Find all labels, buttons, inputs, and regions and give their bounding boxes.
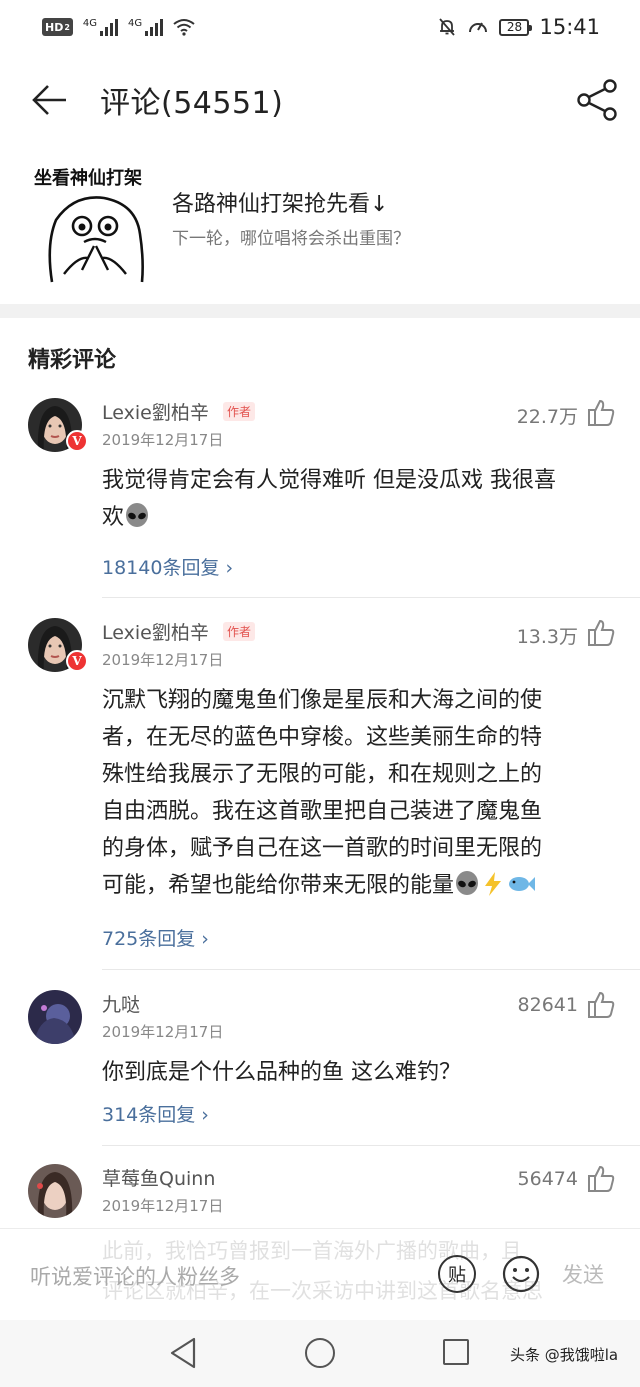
hd-sub-label: 2 (64, 22, 70, 32)
status-right: 28 15:41 (437, 15, 600, 39)
topic-card[interactable]: 坐看神仙打架 各路神仙打架抢先看↓ 下一轮，哪位唱将会杀出重围？ (0, 150, 640, 304)
comment-text: 你到底是个什么品种的鱼 这么难钓？ (102, 1054, 612, 1091)
alien-emoji-icon (456, 871, 479, 895)
thumbs-up-icon[interactable] (586, 398, 616, 428)
comment-username[interactable]: 九哒 (102, 990, 140, 1017)
comment-item: 草莓鱼Quinn 2019年12月17日 56474 (0, 1164, 640, 1234)
like-count: 82641 (517, 994, 578, 1016)
fish-emoji-icon (509, 877, 536, 891)
send-button[interactable]: 发送 (562, 1259, 604, 1289)
topic-cover-title: 坐看神仙打架 (34, 168, 142, 189)
chevron-right-icon: › (201, 1104, 209, 1126)
comment-date: 2019年12月17日 (102, 1197, 224, 1215)
system-nav-bar: 头条 @我饿啦la (0, 1320, 640, 1387)
thumbs-up-icon[interactable] (586, 618, 616, 648)
back-arrow-icon[interactable] (28, 78, 72, 122)
comment-line-last: 可能，希望也能给你带来无限的能量 (102, 867, 612, 904)
share-icon[interactable] (574, 76, 622, 124)
comment-username[interactable]: Lexie劉柏辛 (102, 618, 209, 645)
comment-line: 你到底是个什么品种的鱼 这么难钓？ (102, 1060, 461, 1085)
comment-line: 者，在无尽的蓝色中穿梭。这些美丽生命的特 (102, 725, 543, 750)
comment-date: 2019年12月17日 (102, 651, 224, 669)
comment-line: 自由洒脱。我在这首歌里把自己装进了魔鬼鱼 (102, 799, 543, 824)
comment-username[interactable]: 草莓鱼Quinn (102, 1164, 215, 1191)
comment-username[interactable]: Lexie劉柏辛 (102, 398, 209, 425)
nav-back-icon[interactable] (168, 1336, 198, 1370)
nav-home-icon[interactable] (305, 1338, 335, 1368)
clock: 15:41 (539, 15, 600, 39)
row-divider (102, 1145, 640, 1146)
watermark: 头条 @我饿啦la (510, 1346, 619, 1364)
topic-subtitle: 下一轮，哪位唱将会杀出重围？ (172, 229, 410, 249)
comment-date: 2019年12月17日 (102, 1023, 224, 1041)
comment-input[interactable]: 听说爱评论的人粉丝多 (30, 1261, 240, 1291)
signal-icon-2: 4G (128, 18, 164, 36)
lightning-emoji-icon (485, 872, 502, 896)
row-divider (102, 597, 640, 598)
sticker-button[interactable]: 贴 (438, 1255, 476, 1293)
replies-link[interactable]: 18140条回复 › (102, 553, 233, 580)
comment-item: V Lexie劉柏辛 作者 2019年12月17日 13.3万 沉默飞翔的魔鬼鱼… (0, 618, 640, 970)
status-bar: HD 2 4G 4G 28 15:41 (0, 0, 640, 54)
comment-line: 沉默飞翔的魔鬼鱼们像是星辰和大海之间的使 (102, 688, 543, 713)
alien-emoji-icon (126, 503, 149, 527)
nav-recents-icon[interactable] (443, 1339, 469, 1365)
network-type-1: 4G (82, 18, 98, 29)
chevron-right-icon: › (201, 928, 209, 950)
comment-line: 的身体，赋予自己在这一首歌的时间里无限的 (102, 836, 543, 861)
thumbs-up-icon[interactable] (586, 990, 616, 1020)
speed-gauge-icon (469, 22, 488, 33)
replies-count: 314条回复 (102, 1104, 196, 1126)
comment-line-last: 欢 (102, 499, 612, 536)
comment-text: 沉默飞翔的魔鬼鱼们像是星辰和大海之间的使 者，在无尽的蓝色中穿梭。这些美丽生命的… (102, 682, 612, 904)
like-count: 56474 (517, 1168, 578, 1190)
mute-bell-icon (439, 18, 456, 36)
comment-date: 2019年12月17日 (102, 431, 224, 449)
replies-link[interactable]: 314条回复 › (102, 1100, 209, 1127)
like-count: 13.3万 (516, 626, 578, 648)
like-count: 22.7万 (516, 406, 578, 428)
topic-title: 各路神仙打架抢先看↓ (172, 192, 389, 217)
comment-input-bar: 此前，我恰巧曾报到一首海外广播的歌曲，且 评论区就柏辛，在一次采访中讲到这首歌名… (0, 1228, 640, 1320)
avatar[interactable] (28, 990, 82, 1044)
section-title: 精彩评论 (28, 348, 117, 373)
status-left: HD 2 4G 4G (42, 18, 195, 36)
section-divider (0, 304, 640, 318)
comment-line-text: 欢 (102, 505, 125, 530)
comment-item: 九哒 2019年12月17日 82641 你到底是个什么品种的鱼 这么难钓？ 3… (0, 990, 640, 1146)
network-type-2: 4G (128, 18, 143, 29)
author-tag: 作者 (223, 622, 256, 641)
comment-line: 殊性给我展示了无限的可能，和在规则之上的 (102, 762, 543, 787)
replies-count: 18140条回复 (102, 557, 220, 579)
page-title: 评论(54551) (100, 86, 284, 121)
avatar[interactable] (28, 1164, 82, 1218)
replies-count: 725条回复 (102, 928, 196, 950)
wifi-icon (173, 19, 195, 36)
author-tag: 作者 (223, 402, 256, 421)
thumbs-up-icon[interactable] (586, 1164, 616, 1194)
battery-icon: 28 (499, 18, 533, 36)
replies-link[interactable]: 725条回复 › (102, 924, 209, 951)
smiley-emoji-icon[interactable] (502, 1255, 540, 1293)
comment-text: 我觉得肯定会有人觉得难听 但是没瓜戏 我很喜 欢 (102, 462, 612, 536)
battery-level: 28 (506, 20, 523, 34)
hd-voice-icon: HD 2 (42, 18, 73, 36)
comment-item: V Lexie劉柏辛 作者 2019年12月17日 22.7万 我觉得肯定会有人… (0, 398, 640, 598)
hd-label: HD (45, 20, 64, 34)
row-divider (102, 969, 640, 970)
verified-badge-icon: V (66, 650, 88, 672)
signal-icon-1: 4G (82, 18, 119, 36)
praying-face-sticker-icon (48, 196, 144, 283)
chevron-right-icon: › (225, 557, 234, 579)
header: 评论(54551) (0, 58, 640, 142)
comment-line-text: 可能，希望也能给你带来无限的能量 (102, 873, 455, 898)
verified-badge-icon: V (66, 430, 88, 452)
comment-line: 我觉得肯定会有人觉得难听 但是没瓜戏 我很喜 (102, 468, 556, 493)
